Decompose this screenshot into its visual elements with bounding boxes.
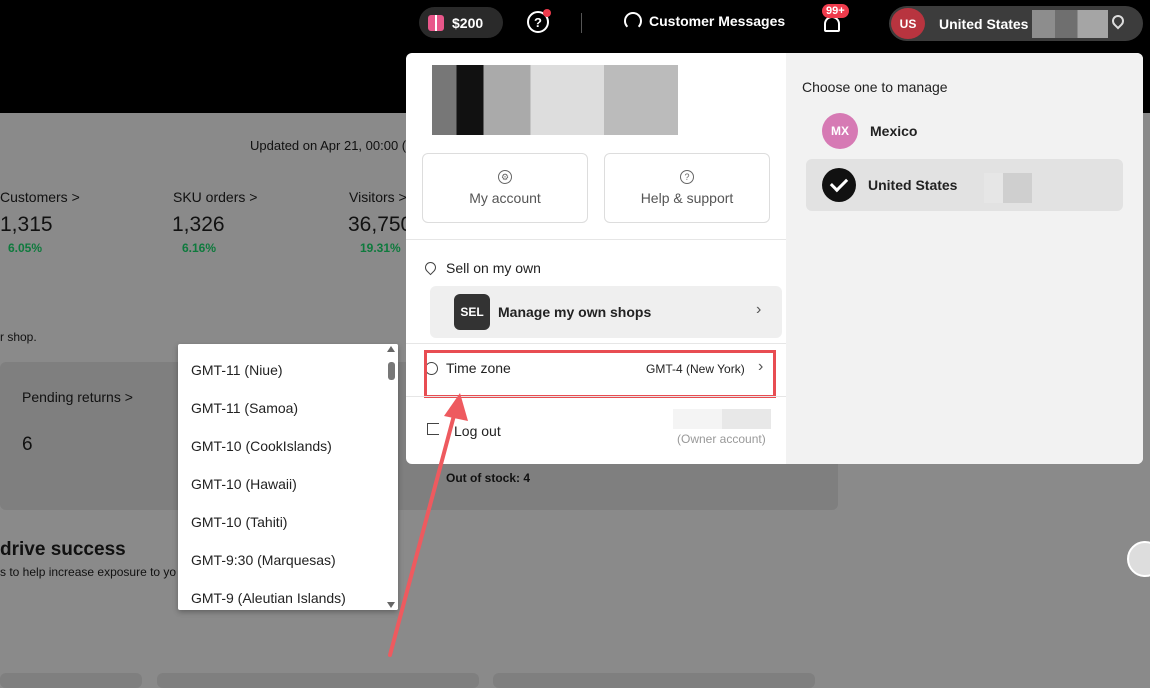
help-support-label: Help & support [640, 190, 734, 206]
redacted-region-detail [1032, 10, 1108, 38]
country-name: United States [868, 177, 958, 193]
shop-icon: SEL [454, 294, 490, 330]
divider [581, 13, 582, 33]
pending-returns-value: 6 [22, 434, 33, 455]
manage-shops-button[interactable]: SEL Manage my own shops › [430, 286, 782, 338]
divider [406, 239, 786, 240]
time-zone-option[interactable]: GMT-11 (Niue) [191, 362, 283, 378]
metric-change-sku-orders: 6.16% [182, 241, 217, 255]
owner-account-label: (Owner account) [677, 432, 766, 446]
time-zone-option[interactable]: GMT-10 (Hawaii) [191, 476, 297, 492]
drive-success-subtitle: s to help increase exposure to yo [0, 565, 177, 579]
updated-timestamp: Updated on Apr 21, 00:00 (G [250, 138, 417, 153]
drive-success-title: drive success [0, 539, 126, 560]
time-zone-option[interactable]: GMT-11 (Samoa) [191, 400, 298, 416]
my-account-button[interactable]: ⚙ My account [422, 153, 588, 223]
country-avatar: MX [822, 113, 858, 149]
redacted-owner-name [673, 409, 771, 429]
gear-icon: ⚙ [498, 170, 512, 184]
bottom-card [157, 673, 479, 688]
scroll-down-icon[interactable] [387, 602, 395, 608]
headset-icon [624, 12, 642, 30]
metric-value-visitors: 36,750 [348, 213, 413, 236]
out-of-stock-text: Out of stock: 4 [446, 471, 531, 485]
customer-messages-button[interactable]: Customer Messages [624, 12, 785, 30]
time-zone-highlight-box [424, 350, 776, 398]
time-zone-option[interactable]: GMT-9:30 (Marquesas) [191, 552, 336, 568]
gift-icon [428, 14, 444, 31]
country-option-united-states[interactable]: United States [806, 159, 1123, 211]
metric-label-sku-orders[interactable]: SKU orders > [173, 189, 257, 205]
account-popup: ⚙ My account ? Help & support Sell on my… [406, 53, 1143, 464]
metric-label-customers[interactable]: Customers > [0, 189, 80, 205]
manage-shops-label: Manage my own shops [498, 304, 652, 320]
sell-on-my-own-label: Sell on my own [446, 260, 541, 276]
divider [406, 396, 786, 397]
chevron-right-icon: › [756, 301, 762, 318]
redacted-shop-name [432, 65, 678, 135]
time-zone-option[interactable]: GMT-10 (Tahiti) [191, 514, 287, 530]
manage-title: Choose one to manage [802, 79, 948, 95]
log-out-button[interactable]: Log out [454, 423, 501, 439]
dropdown-scrollbar[interactable] [384, 344, 398, 610]
checkmark-icon [822, 168, 856, 202]
divider [406, 343, 786, 344]
question-icon: ? [680, 170, 694, 184]
bottom-card [493, 673, 815, 688]
region-avatar: US [891, 8, 925, 39]
bell-icon[interactable] [824, 16, 840, 32]
time-zone-option[interactable]: GMT-10 (CookIslands) [191, 438, 332, 454]
gift-amount: $200 [452, 14, 484, 31]
bottom-card [0, 673, 142, 688]
region-name: United States [939, 15, 1029, 32]
country-option-mexico[interactable]: MX Mexico [806, 105, 1123, 157]
pending-returns-label[interactable]: Pending returns > [22, 389, 133, 405]
customer-messages-label: Customer Messages [649, 13, 786, 29]
time-zone-option[interactable]: GMT-9 (Aleutian Islands) [191, 590, 346, 606]
logout-icon [427, 423, 439, 435]
gift-balance-button[interactable]: $200 [419, 7, 503, 38]
shop-text: r shop. [0, 330, 37, 344]
scroll-thumb[interactable] [388, 362, 395, 380]
metric-value-customers: 1,315 [0, 213, 53, 236]
assistant-avatar[interactable] [1127, 541, 1150, 577]
help-notification-dot [543, 9, 551, 17]
time-zone-dropdown[interactable]: GMT-11 (Niue) GMT-11 (Samoa) GMT-10 (Coo… [178, 344, 398, 610]
metric-change-customers: 6.05% [8, 241, 43, 255]
metric-value-sku-orders: 1,326 [172, 213, 225, 236]
notification-badge: 99+ [822, 4, 849, 18]
help-support-button[interactable]: ? Help & support [604, 153, 770, 223]
country-name: Mexico [870, 123, 918, 139]
metric-label-visitors[interactable]: Visitors > [349, 189, 407, 205]
location-pin-icon [422, 259, 439, 276]
redacted-country-detail [984, 173, 1032, 203]
scroll-up-icon[interactable] [387, 346, 395, 352]
metric-change-visitors: 19.31% [360, 241, 401, 255]
my-account-label: My account [469, 190, 541, 206]
